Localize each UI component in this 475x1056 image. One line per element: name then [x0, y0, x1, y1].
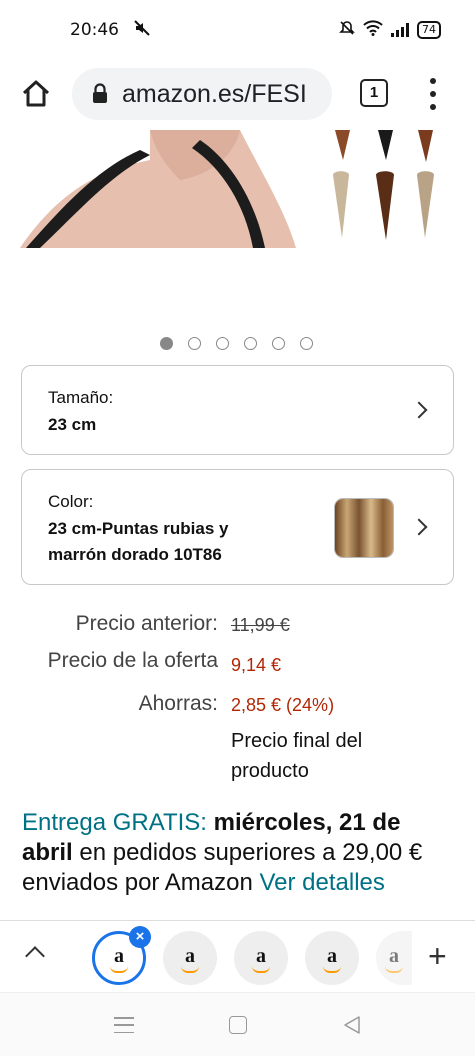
- delivery-info: Entrega GRATIS: miércoles, 21 de abril e…: [22, 808, 452, 898]
- wifi-icon: [363, 20, 383, 40]
- mute-icon: [133, 19, 151, 42]
- color-value-line2: marrón dorado 10T86: [48, 545, 222, 564]
- product-image-carousel[interactable]: [0, 130, 475, 330]
- more-options-icon[interactable]: [425, 74, 441, 114]
- offer-price-value: 9,14 €: [231, 655, 282, 675]
- signal-icon: [391, 23, 409, 37]
- status-bar: 20:46 74: [0, 0, 475, 60]
- savings-label: Ahorras:: [138, 692, 218, 715]
- recent-apps-icon[interactable]: [114, 1017, 134, 1033]
- color-swatch-image: [334, 498, 394, 558]
- tab-thumbnail[interactable]: a: [234, 931, 288, 985]
- carousel-dot[interactable]: [300, 337, 313, 350]
- tab-switcher-button[interactable]: 1: [360, 79, 388, 107]
- amazon-logo-icon: a: [178, 944, 202, 973]
- delivery-date-part1: miércoles, 21 de: [213, 809, 401, 836]
- carousel-dot[interactable]: [216, 337, 229, 350]
- tab-thumbnail[interactable]: a: [305, 931, 359, 985]
- close-tab-icon[interactable]: ×: [129, 926, 151, 948]
- size-label: Tamaño:: [48, 388, 114, 407]
- page-content: Tamaño: 23 cm Color: 23 cm-Puntas rubias…: [0, 130, 475, 920]
- carousel-dot[interactable]: [188, 337, 201, 350]
- final-price-note-line2: producto: [231, 760, 309, 782]
- status-icons: 74: [339, 20, 441, 40]
- final-price-note: Precio final del producto: [231, 726, 362, 786]
- add-tab-icon[interactable]: +: [428, 940, 447, 972]
- delivery-date-part2: abril: [22, 839, 73, 866]
- tab-thumbnail-active[interactable]: a ×: [92, 926, 151, 985]
- free-delivery-label: Entrega GRATIS:: [22, 809, 207, 836]
- bell-off-icon: [339, 20, 355, 40]
- offer-price-label: Precio de la oferta: [47, 649, 218, 672]
- battery-icon: 74: [417, 21, 441, 39]
- amazon-logo-icon: a: [107, 944, 131, 973]
- color-selector[interactable]: Color: 23 cm-Puntas rubias y marrón dora…: [21, 469, 454, 585]
- previous-price-value: 11,99 €: [231, 615, 290, 635]
- status-time: 20:46: [70, 20, 119, 40]
- url-text: amazon.es/FESI: [122, 79, 307, 108]
- tab-thumbnail[interactable]: a: [163, 931, 217, 985]
- chevron-right-icon: [410, 518, 428, 536]
- carousel-dot[interactable]: [160, 337, 173, 350]
- home-button-icon[interactable]: [229, 1016, 247, 1034]
- size-value: 23 cm: [48, 415, 97, 434]
- home-icon[interactable]: [18, 76, 54, 112]
- carousel-dot[interactable]: [244, 337, 257, 350]
- final-price-note-line1: Precio final del: [231, 730, 363, 752]
- chevron-right-icon: [410, 401, 428, 419]
- amazon-logo-icon: a: [249, 944, 273, 973]
- see-details-link[interactable]: Ver detalles: [259, 869, 384, 896]
- carousel-dot[interactable]: [272, 337, 285, 350]
- chevron-up-icon[interactable]: [25, 946, 45, 966]
- address-bar[interactable]: amazon.es/FESI: [72, 68, 332, 120]
- tab-thumbnail-partial[interactable]: a: [376, 931, 412, 985]
- size-selector[interactable]: Tamaño: 23 cm: [21, 365, 454, 455]
- previous-price-label: Precio anterior:: [75, 612, 218, 635]
- system-navigation-bar: [0, 992, 475, 1056]
- back-icon[interactable]: [342, 1015, 362, 1035]
- tab-group-bar: a × a a a a +: [0, 920, 475, 992]
- color-value-line1: 23 cm-Puntas rubias y: [48, 519, 229, 538]
- color-label: Color:: [48, 492, 94, 511]
- amazon-logo-icon: a: [382, 944, 406, 973]
- amazon-logo-icon: a: [320, 944, 344, 973]
- savings-value: 2,85 € (24%): [231, 695, 335, 715]
- browser-toolbar: amazon.es/FESI 1: [0, 60, 475, 130]
- lock-icon: [92, 83, 108, 105]
- carousel-indicator: [160, 337, 313, 350]
